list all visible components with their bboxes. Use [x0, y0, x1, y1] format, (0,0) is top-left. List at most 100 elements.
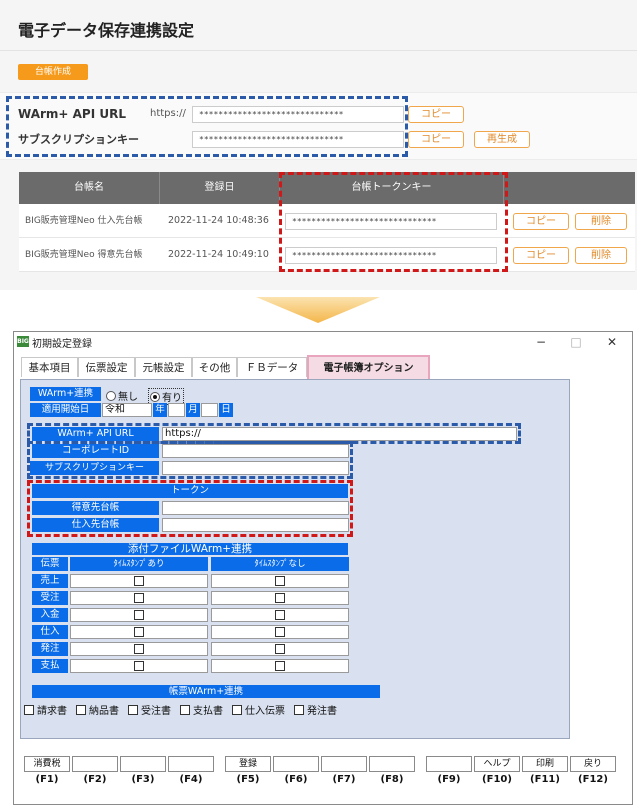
checkbox[interactable] [134, 610, 144, 620]
fkey-label: (F7) [332, 774, 356, 785]
fkey-button[interactable]: ヘルプ [474, 756, 520, 772]
fkey-button[interactable] [321, 756, 367, 772]
month-label: 月 [186, 403, 200, 417]
close-icon[interactable]: ✕ [595, 333, 629, 351]
fkey-f8[interactable]: (F8) [369, 756, 415, 788]
fkey-label: (F4) [179, 774, 203, 785]
fkey-f9[interactable]: (F9) [426, 756, 472, 788]
checkbox[interactable] [128, 704, 138, 715]
checkbox[interactable] [275, 644, 285, 654]
era-field[interactable]: 令和 [102, 403, 152, 417]
tab-slip-settings[interactable]: 伝票設定 [78, 357, 135, 377]
checkbox[interactable] [275, 576, 285, 586]
fkey-f7[interactable]: (F7) [321, 756, 367, 788]
copy-subscription-key-button[interactable]: コピー [408, 131, 464, 148]
ts-no-cell[interactable] [211, 659, 349, 673]
radio-none-icon[interactable] [106, 390, 116, 401]
checkbox[interactable] [134, 593, 144, 603]
create-ledger-button[interactable]: 台帳作成 [18, 64, 88, 80]
month-field[interactable] [201, 403, 218, 417]
fkey-f10[interactable]: ヘルプ (F10) [474, 756, 520, 788]
form-check-order-form[interactable]: 受注書 [128, 702, 171, 717]
fkey-button[interactable]: 登録 [225, 756, 271, 772]
ts-no-cell[interactable] [211, 608, 349, 622]
checkbox[interactable] [275, 661, 285, 671]
slip-row-sales: 売上 [32, 574, 68, 588]
slip-row-purchase-orders: 発注 [32, 642, 68, 656]
checkbox[interactable] [275, 610, 285, 620]
checkbox[interactable] [294, 704, 304, 715]
tab-fb-data[interactable]: ＦＢデータ [237, 357, 307, 377]
tab-other[interactable]: その他 [192, 357, 237, 377]
checkbox-label: 仕入伝票 [245, 706, 285, 717]
fkey-f3[interactable]: (F3) [120, 756, 166, 788]
maximize-icon[interactable]: □ [559, 333, 593, 351]
fkey-label: (F8) [380, 774, 404, 785]
fkey-button[interactable] [72, 756, 118, 772]
tab-basic[interactable]: 基本項目 [21, 357, 78, 377]
form-check-purchase-order[interactable]: 発注書 [294, 702, 337, 717]
fkey-button[interactable] [120, 756, 166, 772]
fkey-button[interactable] [426, 756, 472, 772]
minimize-icon[interactable]: − [524, 333, 558, 351]
delete-button[interactable]: 削除 [575, 213, 627, 230]
checkbox[interactable] [76, 704, 86, 715]
fkey-f6[interactable]: (F6) [273, 756, 319, 788]
ts-no-cell[interactable] [211, 591, 349, 605]
page-title: 電子データ保存連携設定 [18, 21, 195, 40]
checkbox[interactable] [24, 704, 34, 715]
fkey-f12[interactable]: 戻り (F12) [570, 756, 616, 788]
tab-ledger-settings[interactable]: 元帳設定 [135, 357, 192, 377]
fkey-label: (F11) [530, 774, 560, 785]
web-settings-page: 電子データ保存連携設定 台帳作成 WArm+ API URL https:// … [0, 0, 637, 290]
delete-button[interactable]: 削除 [575, 247, 627, 264]
fkey-f5[interactable]: 登録 (F5) [225, 756, 271, 788]
checkbox[interactable] [180, 704, 190, 715]
warm-link-label: WArm+連携 [30, 387, 101, 401]
year-field[interactable] [168, 403, 185, 417]
ts-yes-cell[interactable] [70, 642, 208, 656]
radio-yes-icon[interactable] [150, 391, 160, 402]
copy-api-url-button[interactable]: コピー [408, 106, 464, 123]
checkbox[interactable] [134, 644, 144, 654]
fkey-f1[interactable]: 消費税 (F1) [24, 756, 70, 788]
ts-no-cell[interactable] [211, 574, 349, 588]
attachment-link-header: 添付ファイルWArm+連携 [32, 543, 348, 555]
checkbox[interactable] [134, 576, 144, 586]
fkey-f4[interactable]: (F4) [168, 756, 214, 788]
ts-yes-cell[interactable] [70, 591, 208, 605]
highlight-box-red [279, 172, 508, 272]
ts-yes-cell[interactable] [70, 608, 208, 622]
ledger-name: BIG販売管理Neo 仕入先台帳 [25, 216, 143, 226]
regenerate-button[interactable]: 再生成 [474, 131, 530, 148]
form-check-payment-form[interactable]: 支払書 [180, 702, 223, 717]
copy-token-button[interactable]: コピー [513, 247, 569, 264]
day-label: 日 [219, 403, 233, 417]
ts-no-cell[interactable] [211, 625, 349, 639]
function-key-bar: 消費税 (F1) (F2) (F3) (F4) 登録 (F5) (F6) (F7) … [13, 756, 633, 796]
ts-yes-cell[interactable] [70, 574, 208, 588]
ts-no-cell[interactable] [211, 642, 349, 656]
checkbox[interactable] [232, 704, 242, 715]
ts-yes-cell[interactable] [70, 659, 208, 673]
fkey-button[interactable]: 戻り [570, 756, 616, 772]
checkbox[interactable] [275, 627, 285, 637]
fkey-f2[interactable]: (F2) [72, 756, 118, 788]
fkey-button[interactable] [273, 756, 319, 772]
copy-token-button[interactable]: コピー [513, 213, 569, 230]
fkey-f11[interactable]: 印刷 (F11) [522, 756, 568, 788]
form-check-delivery-note[interactable]: 納品書 [76, 702, 119, 717]
checkbox[interactable] [134, 661, 144, 671]
form-check-purchase-slip[interactable]: 仕入伝票 [232, 702, 285, 717]
radio-none[interactable]: 無し [106, 388, 138, 403]
fkey-button[interactable]: 印刷 [522, 756, 568, 772]
ts-yes-cell[interactable] [70, 625, 208, 639]
col-ledger-name: 台帳名 [19, 172, 160, 204]
checkbox[interactable] [275, 593, 285, 603]
form-check-invoice[interactable]: 請求書 [24, 702, 67, 717]
checkbox[interactable] [134, 627, 144, 637]
tab-e-ledger-option[interactable]: 電子帳簿オプション [307, 355, 430, 379]
fkey-button[interactable]: 消費税 [24, 756, 70, 772]
fkey-button[interactable] [168, 756, 214, 772]
fkey-button[interactable] [369, 756, 415, 772]
